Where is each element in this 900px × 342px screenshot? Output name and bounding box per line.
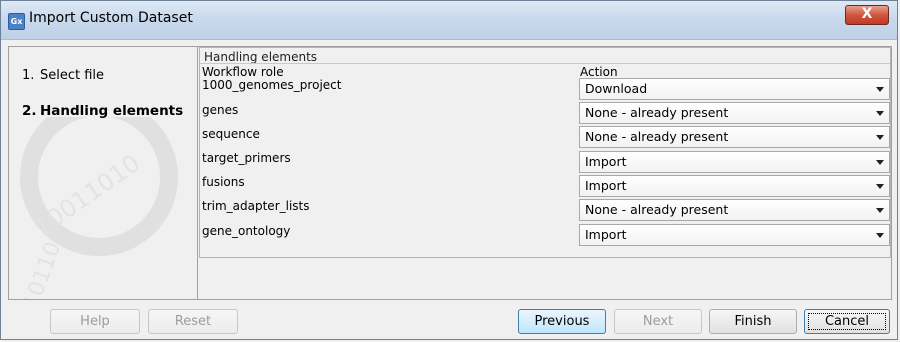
wizard-steps-panel: 10011010 010110 1. Select file 2. Handling…: [9, 47, 198, 299]
select-value: None - already present: [585, 105, 729, 120]
select-value: None - already present: [585, 129, 729, 144]
chevron-down-icon: [876, 233, 884, 238]
dialog-window: Gx Import Custom Dataset X 10011010 0101…: [0, 0, 898, 340]
dialog-body: 10011010 010110 1. Select file 2. Handling…: [8, 46, 892, 300]
focus-ring: [808, 313, 886, 330]
role-label: genes: [202, 103, 239, 117]
action-select[interactable]: None - already present: [579, 126, 890, 148]
action-select[interactable]: None - already present: [579, 102, 890, 124]
close-button[interactable]: X: [845, 5, 889, 25]
role-label: sequence: [202, 127, 260, 141]
role-label: trim_adapter_lists: [202, 199, 310, 213]
wizard-content: Handling elements Workflow role Action 1…: [199, 47, 891, 299]
chevron-down-icon: [876, 87, 884, 92]
action-select[interactable]: Import: [579, 175, 890, 197]
chevron-down-icon: [876, 160, 884, 165]
step-number: 2.: [22, 103, 37, 119]
chevron-down-icon: [876, 135, 884, 140]
handling-elements-group: Handling elements Workflow role Action 1…: [199, 47, 891, 258]
group-title: Handling elements: [204, 50, 318, 64]
action-select[interactable]: Download: [579, 78, 890, 100]
previous-button[interactable]: Previous: [518, 309, 606, 334]
chevron-down-icon: [876, 184, 884, 189]
step-label: Handling elements: [40, 103, 184, 119]
button-bar: Help Reset Previous Next Finish Cancel: [8, 301, 892, 339]
action-select[interactable]: Import: [579, 224, 890, 246]
select-value: Download: [585, 81, 648, 96]
step-handling-elements: 2. Handling elements: [22, 103, 183, 119]
binary-watermark-icon: 10011010 010110: [14, 117, 178, 299]
select-value: Import: [585, 154, 627, 169]
select-value: Import: [585, 178, 627, 193]
chevron-down-icon: [876, 208, 884, 213]
step-select-file: 1. Select file: [22, 68, 104, 83]
cancel-button[interactable]: Cancel: [804, 309, 890, 334]
chevron-down-icon: [876, 111, 884, 116]
reset-button[interactable]: Reset: [148, 309, 238, 334]
help-button[interactable]: Help: [50, 309, 140, 334]
window-title: Import Custom Dataset: [29, 10, 193, 26]
action-select[interactable]: Import: [579, 151, 890, 173]
role-label: target_primers: [202, 151, 291, 165]
step-number: 1.: [22, 68, 35, 83]
column-header-action: Action: [580, 65, 618, 79]
column-header-role: Workflow role: [202, 65, 284, 79]
divider: [200, 63, 890, 64]
role-label: fusions: [202, 175, 245, 189]
next-button[interactable]: Next: [614, 309, 702, 334]
title-bar[interactable]: Gx Import Custom Dataset X: [1, 1, 897, 40]
svg-text:10011010: 10011010: [29, 149, 145, 242]
role-label: gene_ontology: [202, 224, 291, 238]
role-label: 1000_genomes_project: [202, 78, 342, 92]
step-label: Select file: [40, 68, 105, 83]
action-select[interactable]: None - already present: [579, 199, 890, 221]
select-value: None - already present: [585, 202, 729, 217]
finish-button[interactable]: Finish: [709, 309, 797, 334]
app-logo-icon: Gx: [8, 13, 25, 30]
svg-text:010110: 010110: [14, 239, 66, 299]
select-value: Import: [585, 227, 627, 242]
